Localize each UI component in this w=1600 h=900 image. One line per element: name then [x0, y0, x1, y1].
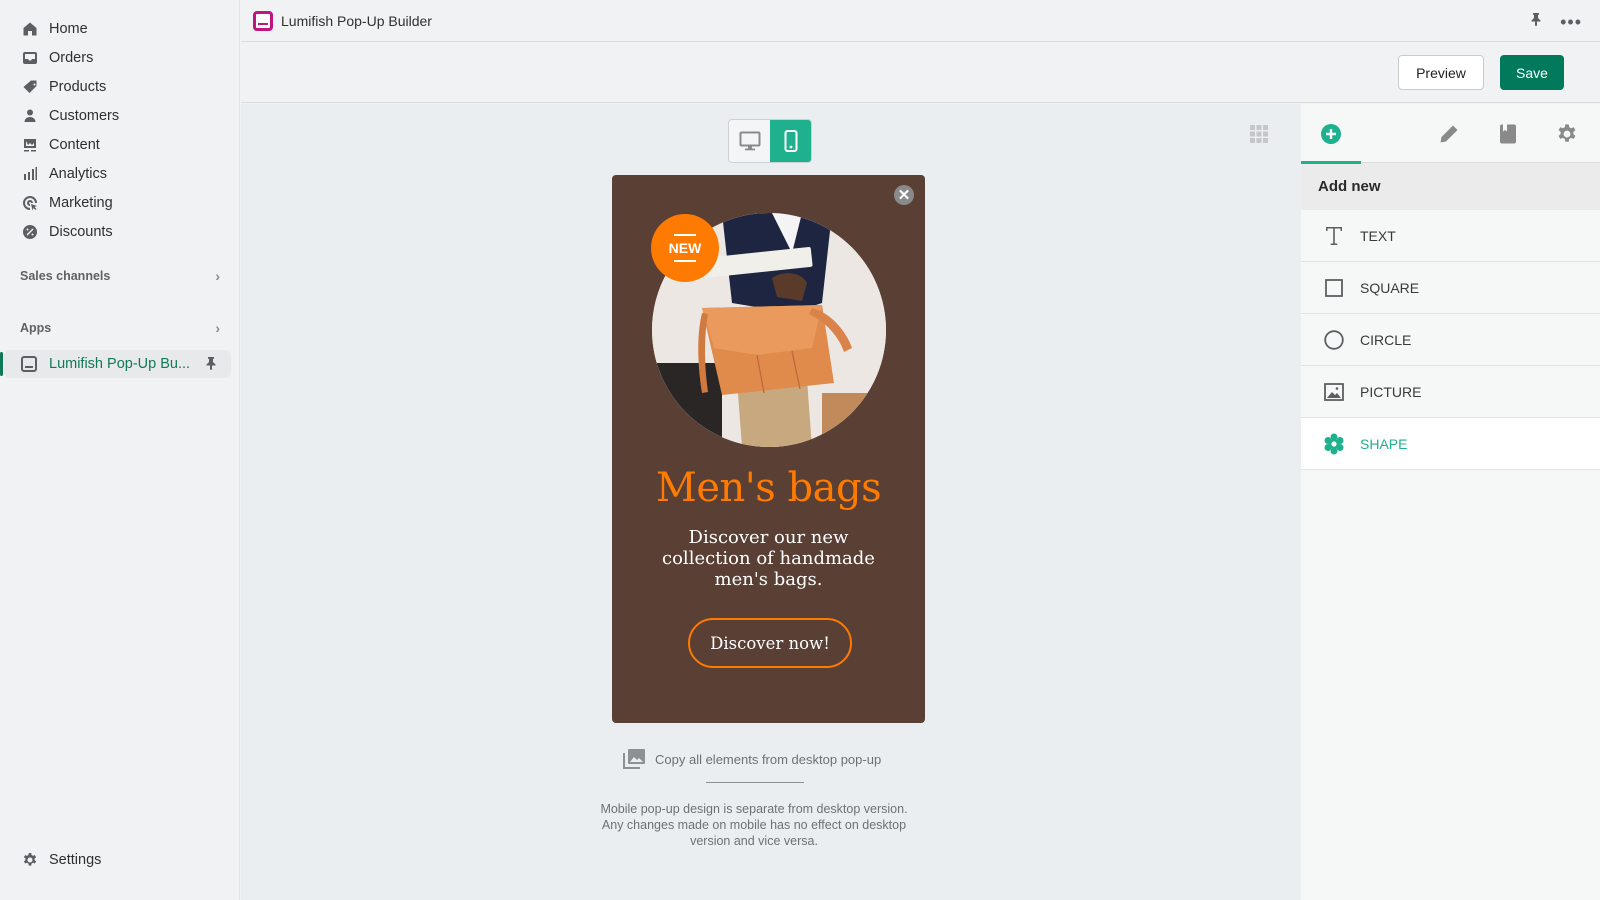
- inbox-icon: [22, 50, 38, 66]
- sidebar: Home Orders Products Customers Content A…: [0, 0, 240, 900]
- nav-item-customers[interactable]: Customers: [0, 101, 240, 130]
- target-icon: [22, 195, 38, 211]
- desktop-icon: [739, 131, 760, 151]
- new-badge[interactable]: NEW: [651, 214, 719, 282]
- image-icon: [22, 137, 38, 153]
- nav-label: Analytics: [49, 165, 108, 182]
- nav-item-content[interactable]: Content: [0, 130, 240, 159]
- add-circle-item[interactable]: CIRCLE: [1301, 314, 1600, 366]
- discount-icon: [22, 224, 38, 240]
- mobile-view-button[interactable]: [770, 120, 811, 162]
- bar-chart-icon: [22, 166, 38, 182]
- nav-label: Marketing: [49, 194, 113, 211]
- sales-channels-label: Sales channels: [20, 269, 111, 283]
- text-icon: [1323, 225, 1345, 247]
- popup-cta-button[interactable]: Discover now!: [688, 618, 852, 668]
- nav-item-marketing[interactable]: Marketing: [0, 188, 240, 217]
- preview-button[interactable]: Preview: [1398, 55, 1484, 90]
- element-label: TEXT: [1360, 227, 1396, 244]
- gear-icon: [22, 852, 38, 868]
- close-icon[interactable]: ✕: [894, 185, 914, 205]
- pin-icon[interactable]: [205, 356, 217, 374]
- nav-item-settings[interactable]: Settings: [0, 845, 101, 874]
- nav-label: Settings: [49, 851, 102, 868]
- tab-settings[interactable]: [1537, 104, 1597, 163]
- nav-label: Discounts: [49, 223, 113, 240]
- copy-label: Copy all elements from desktop pop-up: [655, 751, 882, 767]
- grid-icon[interactable]: [1249, 124, 1269, 149]
- tab-edit[interactable]: [1419, 104, 1479, 163]
- desktop-view-button[interactable]: [729, 120, 770, 162]
- app-icon: [21, 356, 37, 372]
- nav-label: Customers: [49, 107, 120, 124]
- divider: [706, 782, 804, 783]
- tab-add[interactable]: [1301, 104, 1361, 164]
- gear-icon: [1558, 123, 1576, 142]
- nav-label: Products: [49, 78, 107, 95]
- nav-item-home[interactable]: Home: [0, 14, 240, 43]
- app-header: Lumifish Pop-Up Builder •••: [241, 0, 1600, 42]
- plus-circle-icon: [1321, 123, 1341, 144]
- main-nav: Home Orders Products Customers Content A…: [0, 14, 240, 246]
- element-label: CIRCLE: [1360, 331, 1412, 348]
- mobile-icon: [784, 130, 797, 152]
- header-actions: •••: [1530, 12, 1582, 31]
- editor-canvas: ✕ NEW Men's bags Discover our new collec…: [241, 104, 1301, 900]
- panel-heading: Add new: [1301, 163, 1600, 210]
- circle-icon: [1323, 329, 1345, 351]
- sidebar-item-lumifish-app[interactable]: Lumifish Pop-Up Bu...: [0, 350, 231, 378]
- add-text-item[interactable]: TEXT: [1301, 210, 1600, 262]
- picture-icon: [1323, 381, 1345, 403]
- more-options-icon[interactable]: •••: [1560, 13, 1582, 31]
- nav-label: Content: [49, 136, 100, 153]
- badge-line-top: [674, 234, 696, 236]
- elements-panel: Add new TEXT SQUARE CIRCLE PICTURE SHAPE: [1301, 104, 1600, 900]
- nav-label: Home: [49, 20, 88, 37]
- app-title: Lumifish Pop-Up Builder: [281, 12, 432, 29]
- element-label: PICTURE: [1360, 383, 1422, 400]
- tag-icon: [22, 79, 38, 95]
- nav-item-discounts[interactable]: Discounts: [0, 217, 240, 246]
- square-icon: [1323, 277, 1345, 299]
- element-label: SHAPE: [1360, 435, 1408, 452]
- chevron-right-icon: ›: [215, 320, 220, 336]
- mobile-note: Mobile pop-up design is separate from de…: [600, 802, 908, 848]
- home-icon: [22, 21, 38, 37]
- nav-item-analytics[interactable]: Analytics: [0, 159, 240, 188]
- app-label: Lumifish Pop-Up Bu...: [49, 356, 191, 372]
- copy-from-desktop-link[interactable]: Copy all elements from desktop pop-up: [623, 749, 881, 769]
- app-logo-icon: [253, 10, 273, 31]
- pin-icon[interactable]: [1530, 12, 1542, 31]
- save-button[interactable]: Save: [1500, 55, 1564, 90]
- action-bar: Preview Save: [241, 43, 1600, 103]
- popup-body-text[interactable]: Discover our new collection of handmade …: [642, 527, 895, 590]
- flower-shape-icon: [1323, 433, 1345, 455]
- nav-label: Orders: [49, 49, 94, 66]
- panel-tabs: [1301, 104, 1600, 164]
- apps-header[interactable]: Apps ›: [20, 320, 220, 336]
- active-indicator: [0, 352, 3, 376]
- book-icon: [1500, 124, 1516, 143]
- chevron-right-icon: ›: [215, 268, 220, 284]
- apps-label: Apps: [20, 321, 52, 335]
- popup-title[interactable]: Men's bags: [612, 465, 925, 511]
- nav-item-orders[interactable]: Orders: [0, 43, 240, 72]
- pencil-icon: [1440, 125, 1458, 142]
- add-square-item[interactable]: SQUARE: [1301, 262, 1600, 314]
- copy-images-icon: [623, 749, 645, 769]
- badge-text: NEW: [668, 240, 702, 256]
- add-picture-item[interactable]: PICTURE: [1301, 366, 1600, 418]
- element-label: SQUARE: [1360, 279, 1420, 296]
- device-toggle: [728, 119, 812, 163]
- nav-item-products[interactable]: Products: [0, 72, 240, 101]
- badge-line-bottom: [674, 260, 696, 262]
- person-icon: [22, 108, 38, 124]
- add-shape-item[interactable]: SHAPE: [1301, 418, 1600, 470]
- sales-channels-header[interactable]: Sales channels ›: [20, 268, 220, 284]
- tab-pages[interactable]: [1478, 104, 1538, 163]
- popup-preview[interactable]: ✕ NEW Men's bags Discover our new collec…: [612, 175, 925, 723]
